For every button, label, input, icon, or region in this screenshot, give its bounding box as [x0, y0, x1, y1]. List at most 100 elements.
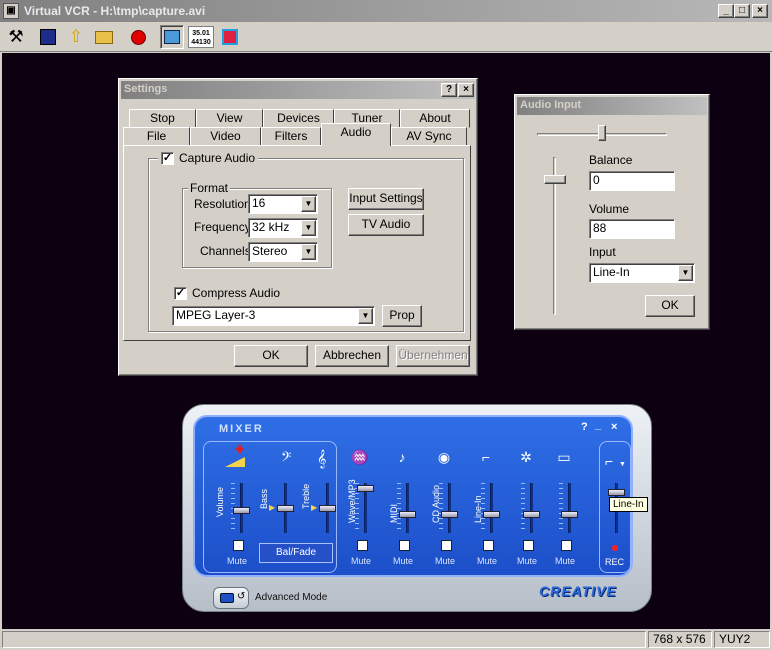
- audio-input-title: Audio Input: [520, 99, 582, 111]
- bass-slider[interactable]: ▶: [269, 483, 295, 533]
- info-display[interactable]: 35.01 44130: [188, 26, 214, 48]
- channel-thumb-0[interactable]: [357, 485, 374, 492]
- channel-mute-checkbox-5[interactable]: [561, 540, 572, 551]
- tab-file[interactable]: File: [123, 127, 190, 146]
- master-plus-icon[interactable]: ✚: [235, 443, 244, 456]
- status-bar: 768 x 576 YUY2: [0, 629, 772, 650]
- tab-audio[interactable]: Audio: [321, 123, 391, 146]
- tab-filters[interactable]: Filters: [261, 127, 321, 146]
- record-thumb[interactable]: [608, 489, 625, 496]
- channel-slider-3[interactable]: [481, 483, 501, 533]
- tab-av-sync[interactable]: AV Sync: [391, 127, 467, 146]
- tab-stop[interactable]: Stop: [129, 109, 196, 128]
- window-title: Virtual VCR - H:\tmp\capture.avi: [24, 4, 206, 18]
- channel-slider-1[interactable]: [397, 483, 417, 533]
- resolution-select[interactable]: 16 ▼: [248, 194, 318, 214]
- input-settings-button[interactable]: Input Settings: [348, 188, 424, 210]
- treble-clef-icon: 𝄞: [317, 451, 327, 468]
- channel-slider-2[interactable]: [439, 483, 459, 533]
- close-button[interactable]: ×: [752, 4, 768, 18]
- channel-slider-5[interactable]: [559, 483, 579, 533]
- open-up-button[interactable]: ⇧: [64, 25, 88, 49]
- settings-help-button[interactable]: ?: [441, 83, 457, 97]
- tab-about[interactable]: About: [400, 109, 470, 128]
- line-in-record-icon[interactable]: ⌐: [605, 453, 613, 469]
- channel-mute-checkbox-4[interactable]: [523, 540, 534, 551]
- maximize-button[interactable]: □: [734, 4, 750, 18]
- codec-select[interactable]: MPEG Layer-3 ▼: [172, 306, 375, 326]
- master-volume-slider[interactable]: [231, 483, 251, 533]
- chevron-down-icon[interactable]: ▼: [619, 461, 626, 468]
- bass-label: Bass: [259, 488, 269, 509]
- master-volume-thumb[interactable]: [233, 507, 250, 514]
- status-main-pane: [2, 631, 646, 648]
- record-button[interactable]: [126, 25, 150, 49]
- capture-audio-checkbox[interactable]: ✓: [161, 151, 174, 165]
- minimize-button[interactable]: _: [718, 4, 734, 18]
- bal-fade-button[interactable]: Bal/Fade: [259, 543, 333, 563]
- overlay-button[interactable]: [218, 25, 242, 49]
- tab-video[interactable]: Video: [190, 127, 261, 146]
- channel-mute-checkbox-1[interactable]: [399, 540, 410, 551]
- volume-label: Volume: [215, 486, 225, 517]
- capture-audio-label: Capture Audio: [179, 151, 256, 165]
- music-note-icon[interactable]: ♪: [391, 449, 413, 465]
- cd-icon[interactable]: ◉: [433, 449, 455, 466]
- frequency-select[interactable]: 32 kHz ▼: [248, 218, 318, 238]
- mixer-close-button[interactable]: ×: [611, 421, 617, 433]
- capture-audio-row: ✓ Capture Audio: [158, 151, 259, 165]
- speaker-device-icon[interactable]: ✲: [515, 449, 537, 466]
- channels-select[interactable]: Stereo ▼: [248, 242, 318, 262]
- mixer-help-button[interactable]: ?: [581, 421, 588, 433]
- channel-slider-0[interactable]: [355, 483, 375, 533]
- audio-input-dialog: Audio Input Balance 0 Volume 88 Input Li…: [514, 94, 710, 330]
- channel-thumb-2[interactable]: [441, 511, 458, 518]
- mixer-minimize-button[interactable]: _: [595, 419, 601, 431]
- volume-slider-thumb[interactable]: [544, 175, 566, 184]
- apply-button[interactable]: Übernehmen: [396, 345, 470, 367]
- wave-icon[interactable]: ♒: [349, 449, 371, 466]
- chevron-down-icon: ▼: [678, 265, 693, 281]
- arrow-up-icon: ⇧: [68, 27, 84, 46]
- channel-mute-checkbox-2[interactable]: [441, 540, 452, 551]
- channel-mute-label-5: Mute: [555, 556, 576, 566]
- tv-audio-button[interactable]: TV Audio: [348, 214, 424, 236]
- settings-close-button[interactable]: ×: [458, 83, 474, 97]
- balance-slider[interactable]: [537, 125, 667, 141]
- advanced-mode-label: Advanced Mode: [255, 592, 328, 603]
- prop-button[interactable]: Prop: [382, 305, 422, 327]
- volume-input[interactable]: 88: [589, 219, 675, 239]
- bass-clef-icon: 𝄢: [281, 451, 292, 468]
- channel-mute-checkbox-3[interactable]: [483, 540, 494, 551]
- channel-slider-4[interactable]: [521, 483, 541, 533]
- monitor-device-icon[interactable]: ▭: [553, 449, 575, 466]
- channel-thumb-1[interactable]: [399, 511, 416, 518]
- balance-slider-thumb[interactable]: [598, 125, 606, 141]
- treble-thumb[interactable]: [319, 505, 336, 512]
- bass-thumb[interactable]: [277, 505, 294, 512]
- compress-audio-checkbox[interactable]: ✓: [174, 286, 187, 300]
- open-folder-button[interactable]: [92, 25, 116, 49]
- balance-input[interactable]: 0: [589, 171, 675, 191]
- master-mute-label: Mute: [227, 556, 248, 566]
- input-select[interactable]: Line-In ▼: [589, 263, 695, 283]
- settings-tool-button[interactable]: ⚒: [4, 25, 28, 49]
- tab-view[interactable]: View: [196, 109, 263, 128]
- advanced-mode-toggle[interactable]: ↺: [213, 587, 249, 609]
- volume-slider[interactable]: [543, 157, 567, 317]
- master-mute-checkbox[interactable]: [233, 540, 244, 551]
- channel-mute-checkbox-0[interactable]: [357, 540, 368, 551]
- audio-input-ok-button[interactable]: OK: [645, 295, 695, 317]
- save-button[interactable]: [36, 25, 60, 49]
- channel-thumb-4[interactable]: [523, 511, 540, 518]
- channel-thumb-5[interactable]: [561, 511, 578, 518]
- channel-mute-label-3: Mute: [477, 556, 498, 566]
- line-in-icon[interactable]: ⌐: [475, 449, 497, 465]
- ok-button[interactable]: OK: [234, 345, 308, 367]
- app-icon[interactable]: ▣: [3, 3, 19, 19]
- preview-toggle-button[interactable]: [160, 25, 184, 49]
- cancel-button[interactable]: Abbrechen: [315, 345, 389, 367]
- channel-thumb-3[interactable]: [483, 511, 500, 518]
- refresh-icon: ↺: [237, 591, 246, 602]
- treble-slider[interactable]: ▶: [311, 483, 337, 533]
